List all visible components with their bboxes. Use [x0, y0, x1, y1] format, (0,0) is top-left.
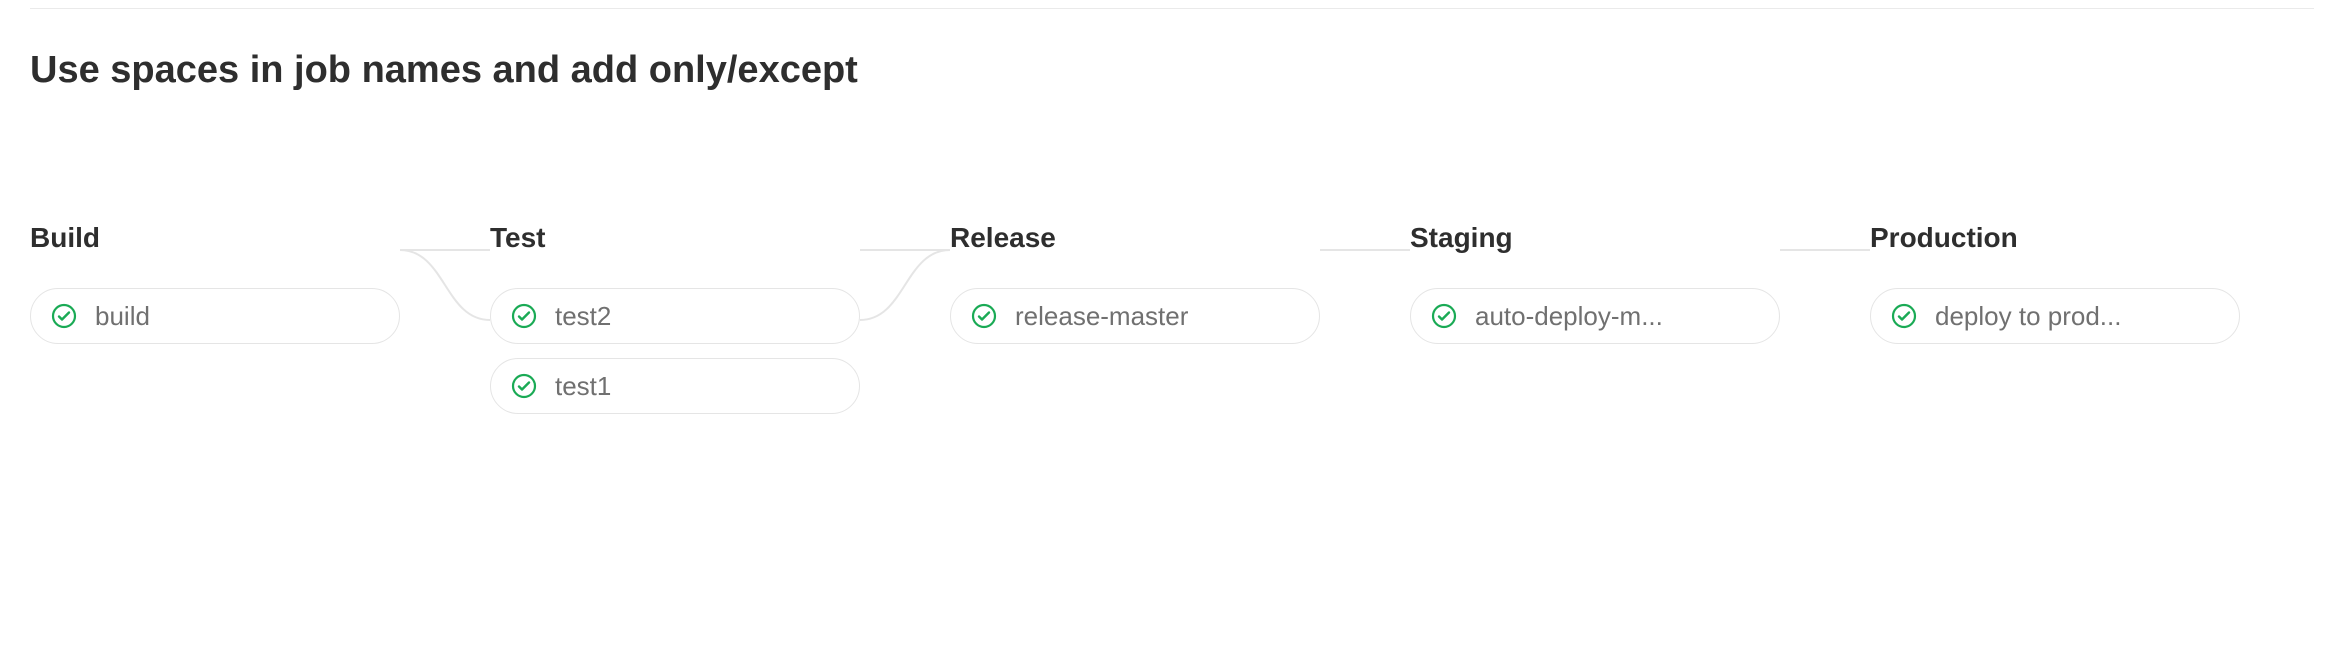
pipeline-graph: Build build Test test2 test1: [30, 222, 2314, 414]
stage-release: Release release-master: [950, 222, 1320, 344]
job-test2[interactable]: test2: [490, 288, 860, 344]
stage-title: Staging: [1410, 222, 1780, 254]
stage-connector: [1780, 222, 1870, 344]
job-name-label: auto-deploy-m...: [1475, 301, 1663, 332]
job-build[interactable]: build: [30, 288, 400, 344]
job-name-label: build: [95, 301, 150, 332]
status-passed-icon: [511, 303, 537, 329]
status-passed-icon: [971, 303, 997, 329]
stage-production: Production deploy to prod...: [1870, 222, 2240, 344]
stage-build: Build build: [30, 222, 400, 344]
page-title: Use spaces in job names and add only/exc…: [30, 49, 2314, 92]
stage-title: Test: [490, 222, 860, 254]
job-test1[interactable]: test1: [490, 358, 860, 414]
job-release-master[interactable]: release-master: [950, 288, 1320, 344]
status-passed-icon: [1891, 303, 1917, 329]
stage-connector: [860, 222, 950, 414]
stage-staging: Staging auto-deploy-m...: [1410, 222, 1780, 344]
stage-title: Production: [1870, 222, 2240, 254]
job-auto-deploy[interactable]: auto-deploy-m...: [1410, 288, 1780, 344]
job-name-label: release-master: [1015, 301, 1188, 332]
stage-title: Release: [950, 222, 1320, 254]
stage-title: Build: [30, 222, 400, 254]
job-name-label: test1: [555, 371, 611, 402]
job-deploy-to-prod[interactable]: deploy to prod...: [1870, 288, 2240, 344]
stage-test: Test test2 test1: [490, 222, 860, 414]
status-passed-icon: [1431, 303, 1457, 329]
divider: [30, 8, 2314, 9]
stage-connector: [400, 222, 490, 344]
job-name-label: test2: [555, 301, 611, 332]
job-name-label: deploy to prod...: [1935, 301, 2121, 332]
status-passed-icon: [51, 303, 77, 329]
stage-connector: [1320, 222, 1410, 344]
status-passed-icon: [511, 373, 537, 399]
